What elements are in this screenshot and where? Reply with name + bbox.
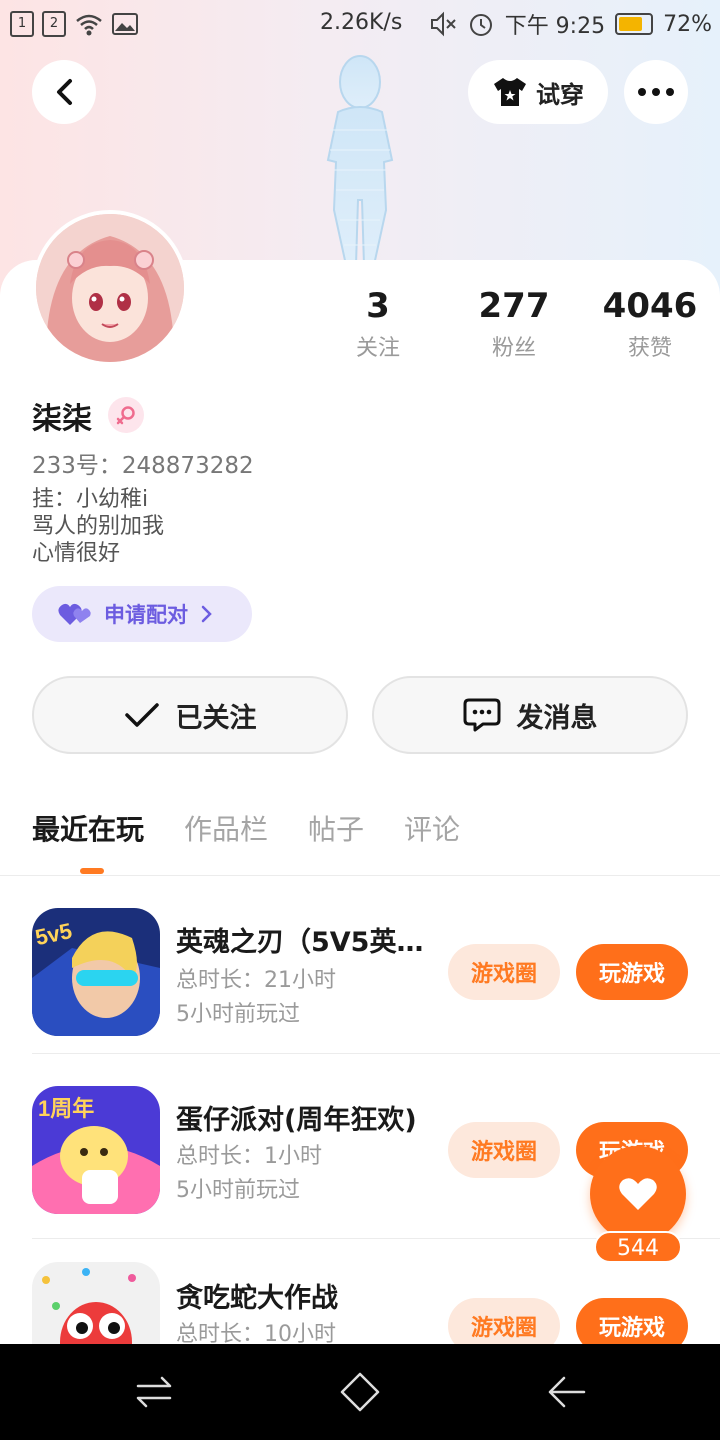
heart-icon bbox=[619, 1178, 657, 1210]
active-tab-indicator bbox=[80, 868, 104, 874]
battery-percent: 72% bbox=[663, 11, 712, 37]
recent-apps-icon[interactable] bbox=[130, 1368, 178, 1416]
chevron-right-icon bbox=[201, 605, 212, 623]
stat-likes-value: 4046 bbox=[602, 286, 698, 326]
chevron-left-icon bbox=[57, 79, 72, 105]
status-left-icons: 1 2 bbox=[10, 11, 138, 37]
profile-stats: 3 关注 277 粉丝 4046 获赞 bbox=[310, 286, 720, 362]
play-game-button[interactable]: 玩游戏 bbox=[576, 944, 688, 1000]
checkmark-icon bbox=[124, 703, 159, 727]
game-total-duration: 总时长：1小时 bbox=[176, 1144, 322, 1169]
like-count-badge: 544 bbox=[594, 1231, 682, 1263]
stat-followers-label: 粉丝 bbox=[491, 336, 536, 361]
dressup-avatar-figure bbox=[326, 55, 394, 265]
more-options-button[interactable] bbox=[624, 60, 688, 124]
followed-button[interactable]: 已关注 bbox=[32, 676, 348, 754]
stat-likes-label: 获赞 bbox=[627, 336, 672, 361]
profile-bio: 挂：小幼稚i 骂人的别加我 心情很好 bbox=[32, 486, 164, 567]
alarm-icon bbox=[469, 14, 492, 36]
game-total-duration: 总时长：10小时 bbox=[176, 1322, 336, 1344]
status-right-icons: 下午 9:25 72% bbox=[429, 8, 712, 40]
tab-comments[interactable]: 评论 bbox=[404, 808, 460, 848]
game-art: 1周年 bbox=[32, 1086, 160, 1214]
home-icon[interactable] bbox=[336, 1368, 384, 1416]
system-navigation-bar bbox=[0, 1344, 720, 1440]
game-art bbox=[32, 1262, 160, 1344]
sim2-icon: 2 bbox=[42, 11, 66, 37]
game-total-duration: 总时长：21小时 bbox=[176, 968, 336, 993]
stat-likes[interactable]: 4046 获赞 bbox=[582, 286, 718, 362]
more-dots-icon bbox=[638, 88, 674, 96]
battery-icon bbox=[615, 13, 654, 35]
stat-followers[interactable]: 277 粉丝 bbox=[446, 286, 582, 362]
back-nav-icon[interactable] bbox=[542, 1368, 590, 1416]
bio-line: 心情很好 bbox=[32, 541, 121, 566]
tshirt-icon bbox=[494, 78, 526, 106]
status-bar: 1 2 2.26K/s 下午 9:25 72% bbox=[0, 0, 720, 50]
bio-line: 挂：小幼稚i bbox=[32, 487, 149, 512]
game-icon-snake bbox=[32, 1262, 160, 1344]
profile-username: 柒柒 bbox=[32, 402, 92, 437]
stat-following-label: 关注 bbox=[355, 336, 400, 361]
mute-icon bbox=[430, 11, 456, 37]
game-circle-button[interactable]: 游戏圈 bbox=[448, 944, 560, 1000]
row-divider bbox=[32, 1053, 720, 1054]
game-title: 英魂之刃（5V5英雄公平竞技） bbox=[176, 927, 434, 958]
game-icon-hero-soul: 5v5 bbox=[32, 908, 160, 1036]
sim1-icon: 1 bbox=[10, 11, 34, 37]
try-on-label: 试穿 bbox=[536, 80, 584, 109]
game-title: 贪吃蛇大作战 bbox=[176, 1283, 338, 1314]
try-on-button[interactable]: 试穿 bbox=[468, 60, 608, 124]
request-pair-label: 申请配对 bbox=[104, 603, 188, 627]
game-art: 5v5 bbox=[32, 908, 160, 1036]
tab-works[interactable]: 作品栏 bbox=[184, 808, 268, 848]
svg-text:1周年: 1周年 bbox=[38, 1096, 94, 1121]
play-game-button[interactable]: 玩游戏 bbox=[576, 1298, 688, 1344]
profile-tabs: 最近在玩 作品栏 帖子 评论 bbox=[32, 808, 460, 848]
tab-posts[interactable]: 帖子 bbox=[308, 808, 364, 848]
clock-time: 下午 9:25 bbox=[504, 14, 606, 39]
network-speed: 2.26K/s bbox=[320, 10, 403, 35]
send-message-label: 发消息 bbox=[516, 702, 598, 734]
anime-girl-avatar-image bbox=[36, 214, 184, 362]
image-icon bbox=[112, 13, 138, 35]
send-message-button[interactable]: 发消息 bbox=[372, 676, 688, 754]
followed-label: 已关注 bbox=[175, 702, 257, 734]
bio-line: 骂人的别加我 bbox=[32, 514, 165, 539]
like-floating-button[interactable] bbox=[590, 1146, 686, 1242]
stat-following-value: 3 bbox=[366, 286, 390, 326]
game-last-played: 5小时前玩过 bbox=[176, 1002, 300, 1027]
wifi-icon bbox=[76, 14, 102, 36]
chat-bubble-icon bbox=[463, 698, 500, 732]
game-title: 蛋仔派对(周年狂欢) bbox=[176, 1105, 417, 1136]
game-list-item[interactable]: 5v5 英魂之刃（5V5英雄公平竞技） 总时长：21小时 5小时前玩过 游戏圈 … bbox=[0, 876, 720, 1054]
back-button[interactable] bbox=[32, 60, 96, 124]
game-circle-button[interactable]: 游戏圈 bbox=[448, 1298, 560, 1344]
avatar[interactable] bbox=[32, 210, 188, 366]
stat-followers-value: 277 bbox=[478, 286, 550, 326]
double-heart-icon bbox=[58, 603, 91, 625]
request-pair-button[interactable]: 申请配对 bbox=[32, 586, 252, 642]
tab-recently-played[interactable]: 最近在玩 bbox=[32, 808, 144, 848]
game-last-played: 5小时前玩过 bbox=[176, 1178, 300, 1203]
female-icon bbox=[116, 406, 135, 425]
game-icon-eggy-party: 1周年 bbox=[32, 1086, 160, 1214]
game-circle-button[interactable]: 游戏圈 bbox=[448, 1122, 560, 1178]
female-gender-badge bbox=[108, 397, 144, 433]
user-id: 233号：248873282 bbox=[32, 453, 254, 479]
stat-following[interactable]: 3 关注 bbox=[310, 286, 446, 362]
